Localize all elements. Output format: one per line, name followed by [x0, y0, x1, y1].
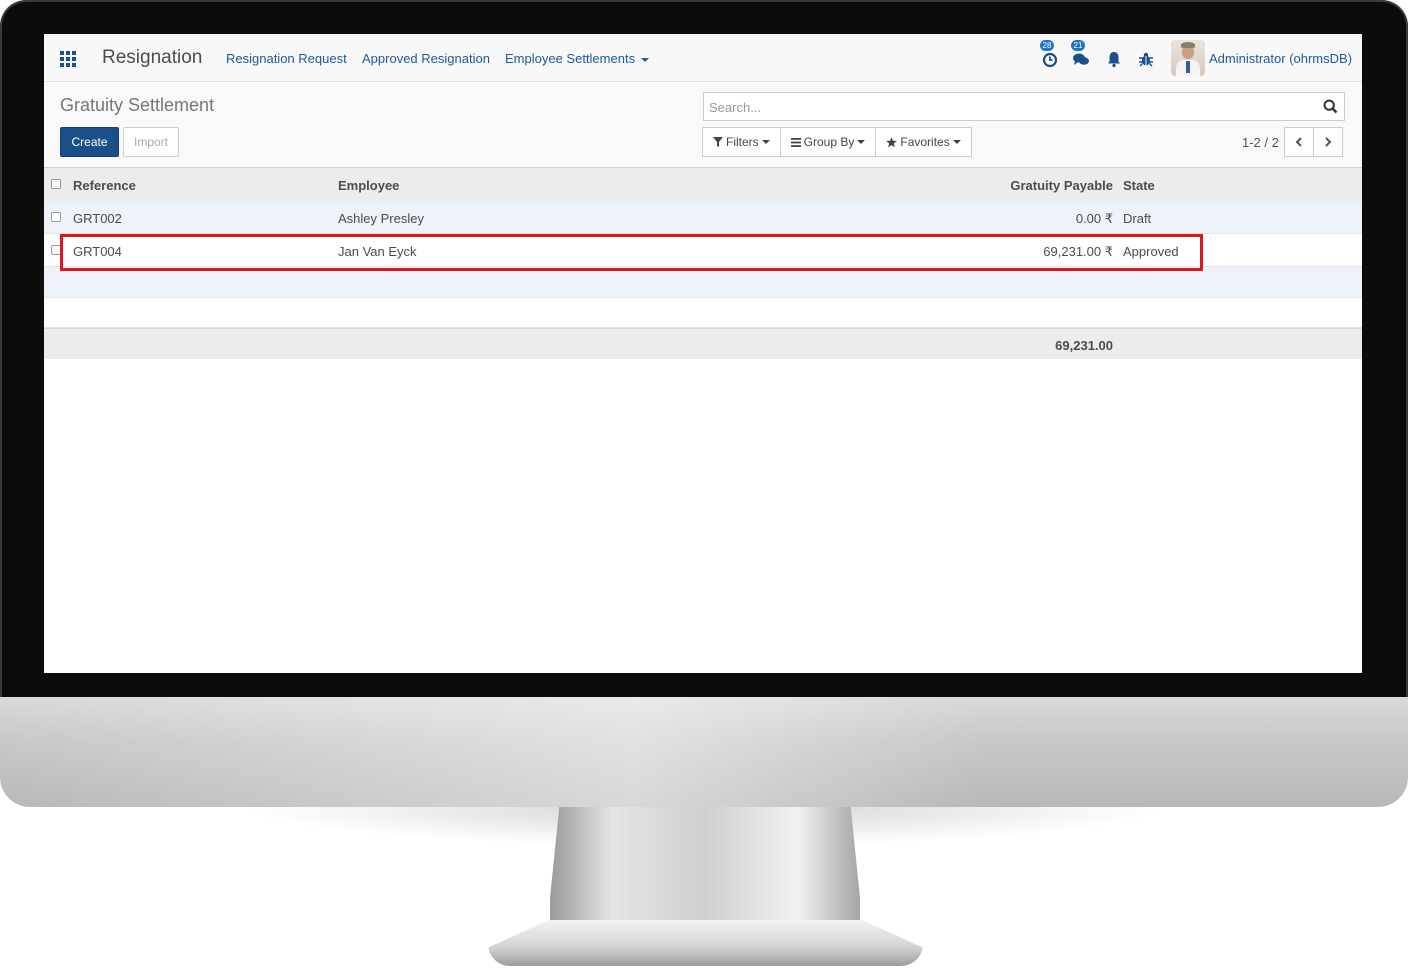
monitor-chin: [0, 697, 1408, 807]
cell-employee: Ashley Presley: [338, 211, 424, 226]
funnel-icon: [713, 137, 723, 147]
column-reference[interactable]: Reference: [73, 178, 136, 193]
list-icon: [790, 137, 801, 147]
empty-row: [44, 267, 1362, 298]
menu-approved-resignation[interactable]: Approved Resignation: [362, 51, 490, 66]
column-gratuity-payable[interactable]: Gratuity Payable: [944, 178, 1113, 193]
column-state[interactable]: State: [1123, 178, 1155, 193]
empty-row: [44, 298, 1362, 328]
cell-employee: Jan Van Eyck: [338, 244, 417, 259]
caret-down-icon: [952, 140, 961, 144]
screen: Resignation Resignation Request Approved…: [44, 34, 1362, 673]
pager-next-button[interactable]: [1313, 127, 1343, 157]
caret-down-icon: [857, 140, 866, 144]
pager-value[interactable]: 1-2 / 2: [1242, 135, 1279, 150]
groupby-label: Group By: [803, 135, 855, 149]
menu-employee-settlements[interactable]: Employee Settlements: [505, 51, 650, 66]
app-brand: Resignation: [102, 47, 203, 68]
monitor-base: [488, 920, 923, 966]
filters-button[interactable]: Filters: [702, 127, 781, 157]
caret-down-icon: [761, 140, 770, 144]
activity-badge: 28: [1040, 40, 1054, 51]
column-employee[interactable]: Employee: [338, 178, 399, 193]
breadcrumb-title: Gratuity Settlement: [60, 95, 215, 115]
user-menu[interactable]: Administrator (ohrmsDB): [1209, 51, 1352, 66]
select-all-checkbox[interactable]: [51, 179, 61, 189]
table-footer: 69,231.00: [44, 328, 1362, 359]
control-panel: Gratuity Settlement Create Import Filter…: [44, 82, 1362, 168]
create-button[interactable]: Create: [60, 127, 119, 157]
menu-resignation-request[interactable]: Resignation Request: [226, 51, 347, 66]
cell-gratuity-payable: 0.00 ₹: [1075, 211, 1113, 226]
total-gratuity-payable: 69,231.00: [1055, 338, 1113, 353]
table-row[interactable]: GRT002 Ashley Presley 0.00 ₹ Draft: [44, 201, 1362, 234]
monitor-neck: [550, 807, 860, 937]
cell-gratuity-payable: 69,231.00 ₹: [1043, 244, 1113, 259]
apps-grid-icon[interactable]: [60, 51, 76, 67]
pager-previous-button[interactable]: [1284, 127, 1314, 157]
debug-bug-icon[interactable]: [1137, 50, 1155, 68]
chevron-left-icon: [1295, 137, 1302, 147]
row-checkbox[interactable]: [51, 245, 61, 255]
favorites-button[interactable]: Favorites: [875, 127, 972, 157]
activity-clock-icon[interactable]: 28: [1040, 40, 1059, 68]
filters-label: Filters: [726, 135, 759, 149]
chevron-down-icon: [641, 57, 650, 62]
messages-icon[interactable]: 21: [1071, 40, 1090, 68]
import-button[interactable]: Import: [123, 127, 179, 157]
search-input[interactable]: [709, 99, 1309, 115]
notification-bell-icon[interactable]: [1105, 50, 1123, 68]
favorites-label: Favorites: [900, 135, 950, 149]
star-icon: [886, 136, 898, 147]
row-checkbox[interactable]: [51, 212, 61, 222]
groupby-button[interactable]: Group By: [779, 127, 877, 157]
chevron-right-icon: [1325, 137, 1332, 147]
menu-employee-settlements-label: Employee Settlements: [505, 51, 636, 66]
cell-reference: GRT002: [73, 211, 122, 226]
user-avatar[interactable]: [1171, 40, 1205, 76]
table-row[interactable]: GRT004 Jan Van Eyck 69,231.00 ₹ Approved: [44, 234, 1362, 267]
search-options: Filters Group By Favorites: [702, 127, 972, 157]
cell-state: Approved: [1123, 244, 1179, 259]
top-navbar: Resignation Resignation Request Approved…: [44, 34, 1362, 82]
table-header: Reference Employee Gratuity Payable Stat…: [44, 168, 1362, 201]
monitor-frame: Resignation Resignation Request Approved…: [0, 0, 1410, 969]
cell-state: Draft: [1123, 211, 1152, 226]
search-box: [703, 92, 1345, 121]
messages-badge: 21: [1071, 40, 1085, 51]
cell-reference: GRT004: [73, 244, 122, 259]
search-icon[interactable]: [1323, 99, 1338, 114]
